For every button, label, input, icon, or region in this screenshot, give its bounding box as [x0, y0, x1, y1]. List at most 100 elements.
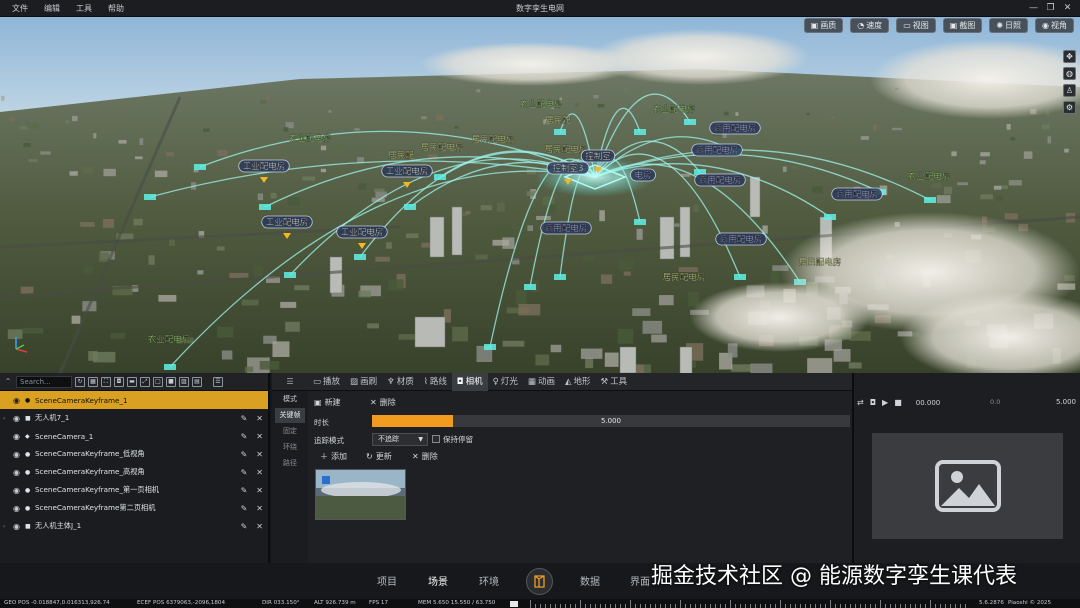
3d-viewport[interactable]: 农业配电房 居民配 居民配电房 农业配电房 居民配电房 居民配电房 农业配电房 工业配电房 居民…: [0, 17, 1080, 373]
delete-x-icon[interactable]: ✕: [256, 468, 263, 477]
substation-label[interactable]: 商用配电房: [836, 189, 879, 200]
substation-label[interactable]: 控制室: [585, 151, 611, 162]
outliner-row[interactable]: ◉ ◆ SceneCamera_1 ✎ ✕: [0, 427, 268, 445]
track-mode-select[interactable]: 不追踪 ▼: [372, 433, 428, 446]
tab-camera[interactable]: ◘ 相机: [451, 372, 488, 391]
substation-label[interactable]: 控制室3: [552, 163, 584, 174]
calendar-icon[interactable]: ▤: [192, 376, 202, 387]
menu-1[interactable]: 编辑: [38, 0, 66, 17]
visibility-eye-icon[interactable]: ◉: [13, 450, 25, 459]
nav-data[interactable]: 数据: [580, 573, 600, 588]
substation-label[interactable]: 工业配电房: [266, 217, 309, 228]
tab-terrain[interactable]: ◭ 地形: [560, 373, 596, 391]
visibility-eye-icon[interactable]: ◉: [13, 486, 25, 495]
edit-pencil-icon[interactable]: ✎: [241, 432, 248, 441]
image-quality-button[interactable]: ▣ 画质: [803, 18, 844, 33]
play-icon[interactable]: ▶: [882, 398, 888, 407]
refresh-icon[interactable]: ↻: [75, 376, 85, 387]
mode-option[interactable]: 路径: [275, 456, 305, 471]
eye-button[interactable]: ◉ 视角: [1035, 18, 1074, 33]
delete-x-icon[interactable]: ✕: [256, 486, 263, 495]
substation-label[interactable]: 电房: [634, 170, 651, 181]
tabs-menu-icon[interactable]: ☰: [272, 377, 308, 386]
stop-icon[interactable]: ■: [894, 398, 902, 407]
maximize-button[interactable]: ❐: [1042, 0, 1059, 17]
new-keyframe-button[interactable]: ▣ 新建: [314, 396, 341, 410]
visibility-eye-icon[interactable]: ◉: [13, 432, 25, 441]
nav-project[interactable]: 项目: [377, 573, 397, 588]
substation-label[interactable]: 商用配电房: [545, 223, 588, 234]
nav-scene[interactable]: 场景: [428, 573, 448, 588]
keyframe-thumbnail[interactable]: [315, 469, 406, 520]
substation-label[interactable]: 农业配电房: [520, 99, 563, 110]
substation-label[interactable]: 商用配电房: [720, 234, 763, 245]
delete-button[interactable]: ✕ 删除: [412, 450, 438, 464]
substation-label[interactable]: 工业配电房: [386, 166, 429, 177]
substation-label[interactable]: 农业配电房: [148, 334, 191, 345]
edit-pencil-icon[interactable]: ✎: [241, 504, 248, 513]
substation-label[interactable]: 居民配电房: [799, 257, 842, 268]
settings-icon[interactable]: ⚙: [1063, 101, 1076, 114]
outliner-row[interactable]: ◉ ● SceneCameraKeyframe第二页相机 ✎ ✕: [0, 499, 268, 517]
keep-stay-checkbox[interactable]: [432, 435, 440, 443]
tab-animation[interactable]: ▦ 动画: [523, 373, 560, 391]
visibility-eye-icon[interactable]: ◉: [13, 522, 25, 531]
outliner-row[interactable]: › ◉ ■ 无人机7_1 ✎ ✕: [0, 409, 268, 427]
substation-label[interactable]: 农业配电房: [289, 133, 332, 144]
substation-label[interactable]: 居民配: [388, 151, 414, 161]
mode-option[interactable]: 关键帧: [275, 408, 305, 423]
tab-tool[interactable]: ⚒ 工具: [596, 373, 633, 391]
edit-pencil-icon[interactable]: ✎: [241, 522, 248, 531]
outliner-search-input[interactable]: Search...: [16, 375, 72, 388]
visibility-eye-icon[interactable]: ◉: [13, 396, 25, 405]
outliner-row[interactable]: ◉ ● SceneCameraKeyframe_1: [0, 391, 268, 409]
substation-label[interactable]: 工业配电房: [243, 161, 286, 172]
add-button[interactable]: ＋添加: [320, 450, 347, 464]
grid-icon[interactable]: ▦: [88, 376, 98, 387]
move-icon[interactable]: ✥: [1063, 50, 1076, 63]
expand-arrow-icon[interactable]: ›: [3, 415, 13, 422]
square-icon[interactable]: ■: [166, 376, 176, 387]
box-icon[interactable]: □: [153, 376, 163, 387]
minimize-button[interactable]: —: [1025, 0, 1042, 17]
visibility-eye-icon[interactable]: ◉: [13, 468, 25, 477]
city-scene[interactable]: 农业配电房居民配居民配电房农业配电房居民配电房居民配电房农业配电房工业配电房居民…: [0, 17, 1080, 373]
outliner-row[interactable]: ◉ ● SceneCameraKeyframe_第一页相机 ✎ ✕: [0, 481, 268, 499]
camera-icon[interactable]: ◘: [870, 398, 876, 407]
substation-label[interactable]: 商用配电房: [696, 145, 739, 156]
substation-label[interactable]: 商用配电房: [714, 123, 757, 134]
camera-add-icon[interactable]: ◘: [114, 376, 124, 387]
menu-3[interactable]: 帮助: [102, 0, 130, 17]
substation-label[interactable]: 农业配电房: [653, 104, 696, 115]
delete-x-icon[interactable]: ✕: [256, 522, 263, 531]
screenshot-button[interactable]: ▣ 截图: [942, 18, 983, 33]
shuffle-icon[interactable]: ⇄: [857, 398, 864, 407]
substation-label[interactable]: 工业配电房: [341, 227, 384, 238]
outliner-row[interactable]: ◉ ● SceneCameraKeyframe_低视角 ✎ ✕: [0, 445, 268, 463]
visibility-eye-icon[interactable]: ◉: [13, 414, 25, 423]
folder-icon[interactable]: ▬: [127, 376, 137, 387]
edit-pencil-icon[interactable]: ✎: [241, 468, 248, 477]
substation-label[interactable]: 商用配电房: [699, 175, 742, 186]
substation-label[interactable]: 居民配电房: [421, 142, 464, 153]
close-button[interactable]: ✕: [1059, 0, 1076, 17]
delete-x-icon[interactable]: ✕: [256, 504, 263, 513]
list-icon[interactable]: ☰: [213, 376, 223, 387]
edit-pencil-icon[interactable]: ✎: [241, 414, 248, 423]
outliner-row[interactable]: ◉ ● SceneCameraKeyframe_高视角 ✎ ✕: [0, 463, 268, 481]
edit-pencil-icon[interactable]: ✎: [241, 450, 248, 459]
substation-label[interactable]: 居民配: [545, 116, 571, 126]
nav-environment[interactable]: 环境: [479, 573, 499, 588]
collapse-icon[interactable]: ⌃: [3, 377, 13, 386]
tab-route[interactable]: ⌇ 路线: [419, 373, 452, 391]
delete-x-icon[interactable]: ✕: [256, 432, 263, 441]
substation-label[interactable]: 居民配电房: [472, 134, 515, 145]
home-cube-button[interactable]: [526, 568, 553, 595]
menu-0[interactable]: 文件: [6, 0, 34, 17]
view-button[interactable]: ▭ 视图: [896, 18, 936, 33]
delete-x-icon[interactable]: ✕: [256, 414, 263, 423]
frame-icon[interactable]: ⛶: [101, 376, 111, 387]
tab-display[interactable]: ▭ 播放: [308, 373, 345, 391]
speed-button[interactable]: ◔ 速度: [850, 18, 890, 33]
tab-brush[interactable]: ▨ 画刷: [345, 373, 382, 391]
